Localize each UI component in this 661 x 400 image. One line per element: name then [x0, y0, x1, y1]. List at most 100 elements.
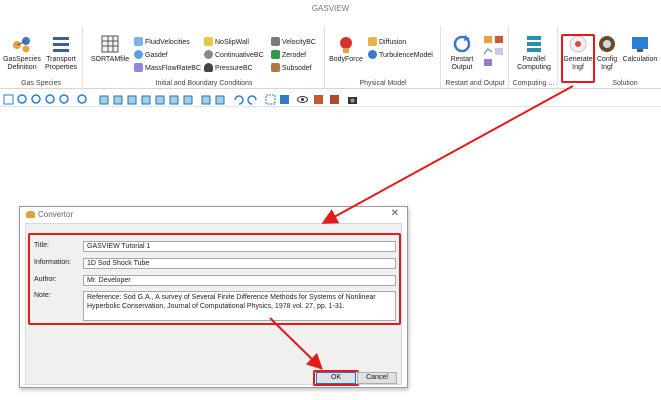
zoom-box-icon[interactable]	[59, 94, 70, 105]
config-ingf-button[interactable]: Config Ingf	[595, 34, 619, 72]
diffusion-label: Diffusion	[379, 39, 407, 46]
title-label: Title:	[34, 242, 49, 249]
title-field[interactable]: GASVIEW Tutorial 1	[83, 241, 396, 252]
velocitybc-button[interactable]: VelocityBC	[271, 37, 316, 48]
continuative-icon	[204, 50, 213, 59]
view-cube-right-icon[interactable]	[141, 94, 152, 105]
molecule-icon	[13, 37, 30, 53]
dialog-title-text: Convertor	[38, 210, 74, 219]
close-icon[interactable]: ✕	[391, 208, 399, 219]
fluidvelocities-button[interactable]: FluidVelocities	[134, 37, 190, 48]
output-small-icons	[483, 36, 503, 66]
pressurebc-button[interactable]: PressureBC	[204, 63, 253, 74]
view-cube-bottom-icon[interactable]	[169, 94, 180, 105]
zerodef-button[interactable]: Zerodef	[271, 50, 306, 61]
pressure-icon	[204, 63, 213, 72]
author-field[interactable]: Mr. Developer	[83, 275, 396, 286]
group-label-gas-species: Gas Species	[21, 80, 61, 87]
turbulencemodel-button[interactable]: TurbulenceModel	[368, 50, 433, 61]
group-gas-species: GasSpecies Definition Transport Properti…	[0, 26, 83, 89]
wall-icon	[204, 37, 213, 46]
pointer-icon[interactable]	[279, 94, 290, 105]
continuativebc-label: ContinuativeBC	[215, 52, 264, 59]
gasdef-button[interactable]: Gasdef	[134, 50, 168, 61]
group-label-initial-bc: Initial and Boundary Conditions	[155, 80, 253, 87]
highlight-generate-ingf	[561, 34, 595, 83]
gasspecies-definition-label: GasSpecies Definition	[3, 56, 41, 71]
gasspecies-definition-button[interactable]: GasSpecies Definition	[2, 34, 42, 72]
noslipwall-button[interactable]: NoSlipWall	[204, 37, 249, 48]
view-cube-left-icon[interactable]	[127, 94, 138, 105]
parallel-computing-label: Parallel Computing	[517, 56, 551, 71]
gas-icon	[134, 50, 143, 59]
material-icon[interactable]	[313, 94, 324, 105]
velocitybc-label: VelocityBC	[282, 39, 316, 46]
parallel-icon	[527, 36, 541, 52]
parallel-computing-button[interactable]: Parallel Computing	[512, 34, 556, 72]
sortamfile-label: SORTAMfile	[90, 56, 130, 63]
information-field[interactable]: 1D Sod Shock Tube	[83, 258, 396, 269]
massflowratebc-button[interactable]: MassFlowRateBC	[134, 63, 201, 74]
zoom-icon[interactable]	[17, 94, 28, 105]
velocity-icon	[271, 37, 280, 46]
bodyforce-label: BodyForce	[329, 56, 363, 63]
fit-view-icon[interactable]	[3, 94, 14, 105]
noslipwall-label: NoSlipWall	[215, 39, 249, 46]
dialog-body: Title: GASVIEW Tutorial 1 Information: 1…	[25, 223, 402, 386]
group-label-computing: Computing ...	[512, 80, 555, 87]
camera-icon[interactable]	[347, 94, 358, 105]
bodyforce-icon	[340, 37, 352, 53]
group-initial-bc: SORTAMfile FluidVelocities Gasdef MassFl…	[84, 26, 325, 89]
pressurebc-label: PressureBC	[215, 65, 253, 72]
restart-output-button[interactable]: Restart Output	[444, 34, 480, 72]
bodyforce-button[interactable]: BodyForce	[328, 34, 364, 64]
eye-icon[interactable]	[297, 94, 308, 105]
view-cube-iso-icon[interactable]	[183, 94, 194, 105]
subsodef-button[interactable]: Subsodef	[271, 63, 312, 74]
app-window: GASVIEW GasSpecies Definition Transport …	[0, 0, 661, 400]
restart-output-label: Restart Output	[450, 56, 474, 71]
calculation-button[interactable]: Calculation	[621, 34, 659, 64]
view-cube-top-icon[interactable]	[155, 94, 166, 105]
group-label-solution: Solution	[612, 80, 638, 87]
convertor-icon	[26, 211, 35, 218]
rotate-right-icon[interactable]	[247, 94, 258, 105]
select-box-icon[interactable]	[265, 94, 276, 105]
subso-icon	[271, 63, 280, 72]
zoom-out-icon[interactable]	[45, 94, 56, 105]
note-field[interactable]: Reference: Sod G.A., A survey of Several…	[83, 291, 396, 321]
note-label: Note:	[34, 292, 51, 299]
zero-icon	[271, 50, 280, 59]
group-restart-output: Restart Output Restart and Output	[442, 26, 509, 89]
turbulencemodel-label: TurbulenceModel	[379, 52, 433, 59]
view-cube-front-icon[interactable]	[99, 94, 110, 105]
zerodef-label: Zerodef	[282, 52, 307, 59]
calculation-icon	[632, 37, 648, 52]
view-cube-fit-icon[interactable]	[201, 94, 212, 105]
sortamfile-button[interactable]: SORTAMfile	[88, 34, 132, 64]
rotate-left-icon[interactable]	[233, 94, 244, 105]
group-physical-model: BodyForce Diffusion TurbulenceModel Phys…	[326, 26, 441, 89]
gasdef-label: Gasdef	[145, 52, 168, 59]
diffusion-button[interactable]: Diffusion	[368, 37, 406, 48]
fluid-icon	[134, 37, 143, 46]
massflow-icon	[134, 63, 143, 72]
config-icon	[599, 36, 615, 52]
config-ingf-label: Config Ingf	[596, 56, 618, 71]
fluidvelocities-label: FluidVelocities	[145, 39, 190, 46]
material2-icon[interactable]	[329, 94, 340, 105]
continuativebc-button[interactable]: ContinuativeBC	[204, 50, 264, 61]
author-label: Author:	[34, 276, 57, 283]
information-label: Information:	[34, 259, 71, 266]
zoom-window-icon[interactable]	[77, 94, 88, 105]
view-cube-back-icon[interactable]	[113, 94, 124, 105]
zoom-in-icon[interactable]	[31, 94, 42, 105]
transport-properties-button[interactable]: Transport Properties	[42, 34, 80, 72]
calculation-label: Calculation	[622, 56, 658, 63]
view-cube-reset-icon[interactable]	[215, 94, 226, 105]
ok-button[interactable]: OK	[316, 372, 356, 384]
dialog-title: Convertor	[26, 210, 73, 219]
convertor-dialog: Convertor ✕ Title: GASVIEW Tutorial 1 In…	[19, 206, 408, 388]
view-toolbar	[0, 91, 661, 107]
cancel-button[interactable]: Cancel	[357, 372, 397, 384]
